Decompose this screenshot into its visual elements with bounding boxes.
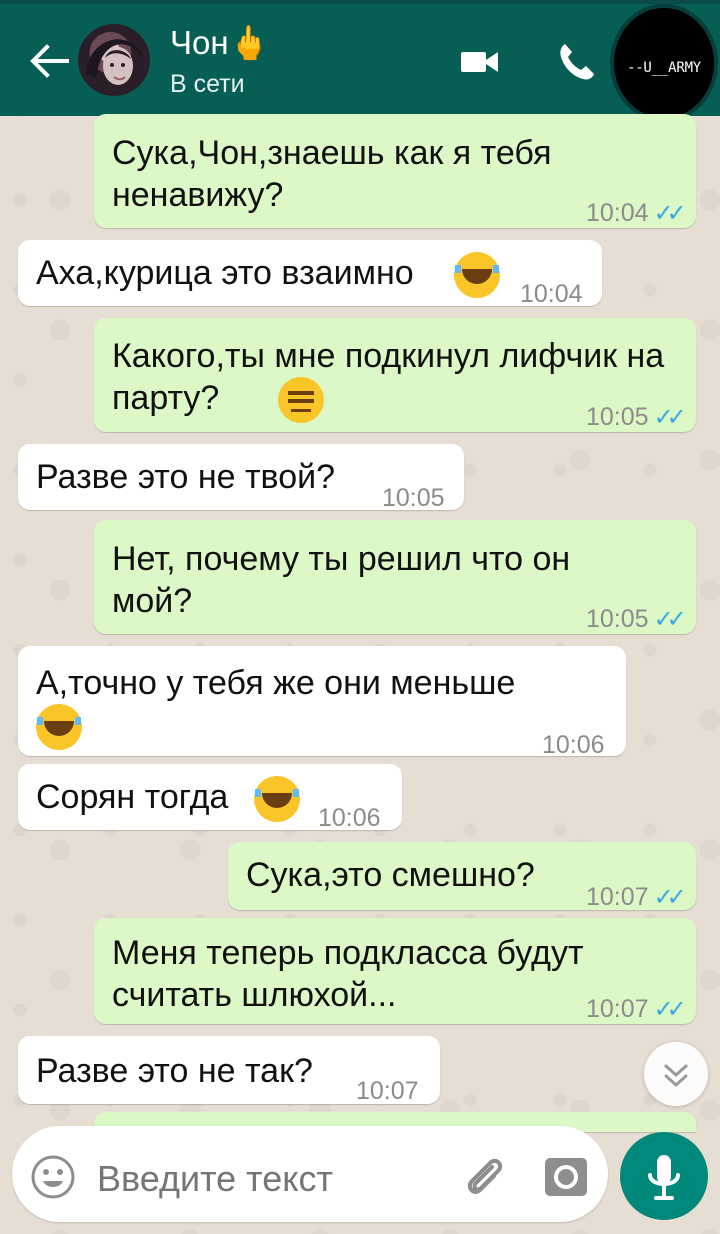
incoming-message[interactable]: Аха,курица это взаимно 10:04 — [18, 240, 602, 308]
chat-header: Чон🖕 В сети --U__ARMY — [0, 0, 720, 122]
message-time: 10:05 — [586, 605, 649, 633]
read-ticks-icon: ✓✓ — [653, 200, 687, 227]
read-ticks-icon: ✓✓ — [653, 884, 687, 911]
outgoing-message[interactable]: Какого,ты мне подкинул лифчик на парту? … — [94, 318, 696, 432]
outgoing-message[interactable]: Нет, почему ты решил что он мой? 10:05 ✓✓ — [94, 520, 696, 634]
neutral-face-emoji-icon — [278, 377, 324, 423]
voice-message-button[interactable] — [620, 1132, 708, 1220]
watermark-badge: --U__ARMY — [610, 4, 718, 122]
message-time-row: 10:07 ✓✓ — [586, 988, 687, 1031]
contact-name[interactable]: Чон🖕 — [170, 24, 270, 63]
outgoing-message[interactable]: Сука,Чон,знаешь как я тебя ненавижу? 10:… — [94, 114, 696, 228]
message-time-row: 10:05 ✓✓ — [586, 396, 687, 439]
message-time: 10:07 — [356, 1077, 419, 1105]
message-time: 10:05 — [382, 484, 445, 512]
chevron-double-down-icon — [664, 1064, 688, 1087]
outgoing-message[interactable]: Меня теперь подкласса будут считать шлюх… — [94, 918, 696, 1024]
message-text: Сука,это смешно? — [246, 856, 535, 894]
incoming-message[interactable]: Разве это не так? 10:07 — [18, 1036, 440, 1105]
message-text: Аха,курица это взаимно — [36, 254, 414, 292]
message-time-row: 10:05 ✓✓ — [586, 598, 687, 641]
message-time: 10:06 — [542, 731, 605, 759]
read-ticks-icon: ✓✓ — [653, 606, 687, 633]
message-time: 10:07 — [586, 883, 649, 911]
emoji-icon[interactable] — [30, 1154, 76, 1200]
message-time: 10:05 — [586, 403, 649, 431]
message-text: Сука,Чон,знаешь как я тебя ненавижу? — [112, 134, 552, 214]
camera-icon[interactable] — [542, 1153, 590, 1201]
header-top-line — [0, 0, 720, 4]
read-ticks-icon: ✓✓ — [653, 404, 687, 431]
laughing-emoji-icon — [36, 704, 82, 750]
message-time-row: 10:04 ✓✓ — [586, 192, 687, 235]
message-text: Сорян тогда — [36, 778, 229, 816]
message-time: 10:06 — [318, 804, 381, 832]
avatar-image — [86, 39, 144, 85]
watermark-text: --U__ARMY — [626, 60, 702, 76]
message-time: 10:04 — [520, 280, 583, 308]
message-text: А,точно у тебя же они меньше — [36, 664, 516, 702]
outgoing-message[interactable]: Сука,это смешно? 10:07 ✓✓ — [228, 842, 696, 911]
message-text: Нет, почему ты решил что он мой? — [112, 540, 571, 620]
message-text: Меня теперь подкласса будут считать шлюх… — [112, 934, 584, 1014]
phone-icon[interactable] — [556, 42, 596, 82]
scroll-to-bottom-button[interactable] — [644, 1042, 708, 1106]
microphone-icon — [648, 1155, 680, 1200]
message-time-row: 10:07 ✓✓ — [586, 876, 687, 919]
incoming-message[interactable]: А,точно у тебя же они меньше 10:06 — [18, 646, 626, 759]
message-time: 10:04 — [586, 199, 649, 227]
message-time: 10:07 — [586, 995, 649, 1023]
message-text: Разве это не твой? — [36, 458, 336, 496]
incoming-message[interactable]: Разве это не твой? 10:05 — [18, 444, 464, 512]
incoming-message[interactable]: Сорян тогда 10:06 — [18, 764, 402, 832]
read-ticks-icon: ✓✓ — [653, 996, 687, 1023]
message-input[interactable] — [97, 1158, 437, 1200]
laughing-emoji-icon — [454, 252, 500, 298]
laughing-emoji-icon — [254, 776, 300, 822]
message-text: Разве это не так? — [36, 1052, 313, 1090]
contact-avatar[interactable] — [78, 24, 150, 96]
arrow-left-icon[interactable] — [28, 42, 70, 80]
paperclip-icon[interactable] — [462, 1154, 506, 1202]
video-camera-icon[interactable] — [460, 48, 500, 76]
contact-status: В сети — [170, 70, 245, 98]
